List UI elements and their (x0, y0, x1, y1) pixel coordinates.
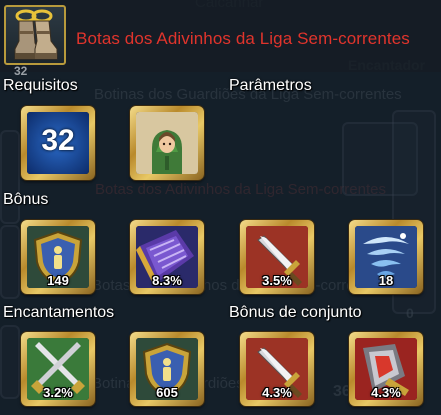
boots-icon (4, 5, 66, 65)
defense-shield-icon: 149 (27, 226, 89, 288)
defense-shield-icon: 605 (136, 338, 198, 400)
enchantment-value: 3.2% (43, 385, 73, 400)
bonus-value: 18 (378, 273, 394, 288)
set-bonus-slot[interactable]: 4.3% (240, 332, 314, 406)
enchantment-value: 605 (156, 385, 178, 400)
bonus-slot[interactable]: 18 (349, 220, 423, 294)
sword-attack-icon: 4.3% (246, 338, 308, 400)
red-shield-icon: 4.3% (355, 338, 417, 400)
whirlwind-icon: 18 (355, 226, 417, 288)
hooded-character-icon (136, 112, 198, 174)
crossed-swords-icon: 3.2% (27, 338, 89, 400)
section-encantamentos: Encantamentos (3, 304, 115, 321)
section-bonus-conjunto: Bônus de conjunto (229, 304, 362, 321)
item-tooltip: 32 Botas dos Adivinhos da Liga Sem-corre… (0, 0, 441, 415)
requirement-level-slot[interactable]: 32 (21, 106, 95, 180)
bonus-slot[interactable]: 8.3% (130, 220, 204, 294)
bonus-slot[interactable]: 149 (21, 220, 95, 294)
bonus-value: 149 (47, 273, 69, 288)
level-badge-icon: 32 (27, 112, 89, 174)
parameter-slot[interactable] (130, 106, 204, 180)
magic-tome-icon: 8.3% (136, 226, 198, 288)
item-level: 32 (14, 64, 28, 78)
set-bonus-value: 4.3% (262, 385, 292, 400)
set-bonus-value: 4.3% (371, 385, 401, 400)
section-parametros: Parâmetros (229, 77, 312, 94)
bonus-slot[interactable]: 3.5% (240, 220, 314, 294)
sword-attack-icon: 3.5% (246, 226, 308, 288)
bonus-value: 8.3% (152, 273, 182, 288)
requirement-level-value: 32 (41, 124, 75, 157)
item-title: Botas dos Adivinhos da Liga Sem-corrente… (76, 29, 410, 48)
enchantment-slot[interactable]: 605 (130, 332, 204, 406)
enchantment-slot[interactable]: 3.2% (21, 332, 95, 406)
bonus-value: 3.5% (262, 273, 292, 288)
section-requisitos: Requisitos (3, 77, 78, 94)
set-bonus-slot[interactable]: 4.3% (349, 332, 423, 406)
section-bonus: Bônus (3, 191, 49, 208)
